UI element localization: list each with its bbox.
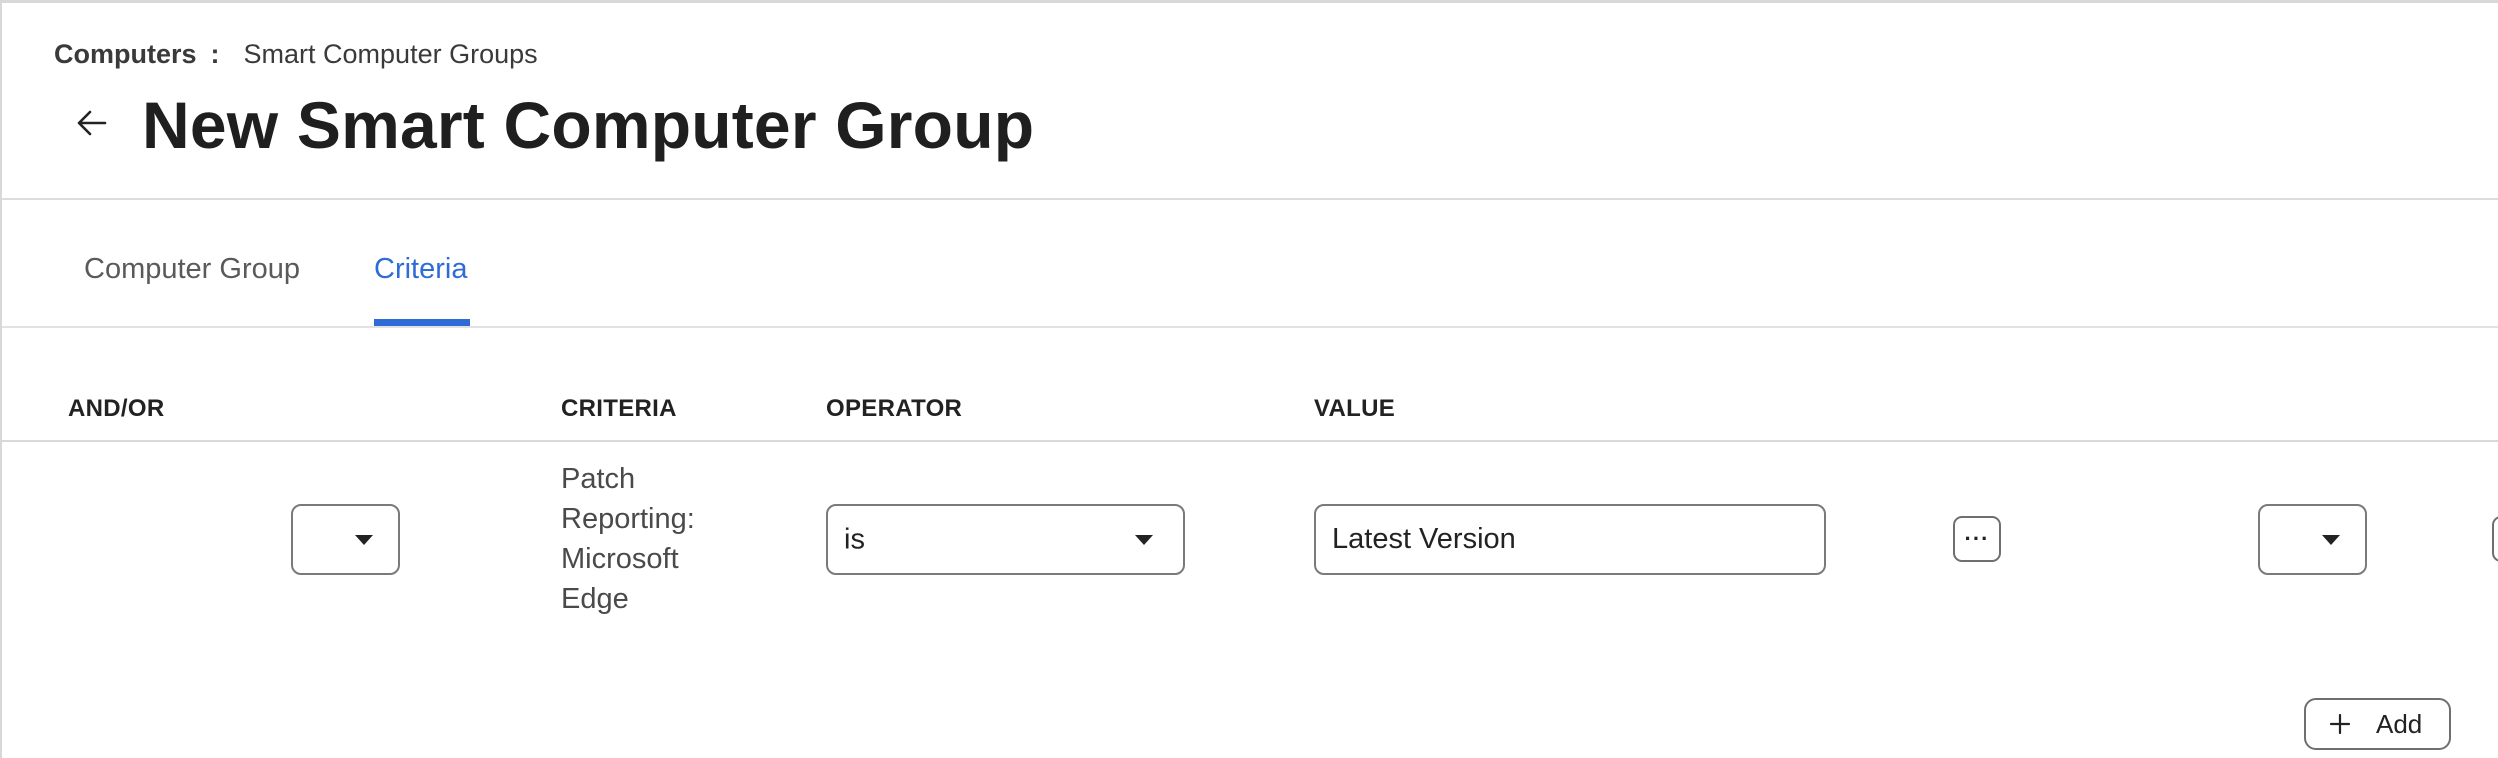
column-header-value: VALUE bbox=[1314, 395, 1396, 422]
add-label: Add bbox=[2376, 708, 2423, 739]
delete-row-button[interactable] bbox=[2492, 516, 2498, 562]
breadcrumb-root[interactable]: Computers bbox=[54, 39, 197, 70]
operator-selected-value: is bbox=[844, 523, 865, 555]
breadcrumb-separator: : bbox=[210, 39, 220, 69]
breadcrumb: Computers : Smart Computer Groups bbox=[54, 39, 538, 70]
column-header-criteria: CRITERIA bbox=[561, 395, 677, 422]
caret-down-icon bbox=[2322, 534, 2340, 545]
tab-computer-group[interactable]: Computer Group bbox=[84, 253, 300, 286]
breadcrumb-current[interactable]: Smart Computer Groups bbox=[244, 39, 538, 70]
ellipsis-icon: ··· bbox=[1964, 526, 1990, 551]
arrow-left-icon bbox=[77, 110, 107, 136]
plus-icon bbox=[2329, 713, 2351, 735]
criteria-name-line: Edge bbox=[561, 583, 629, 615]
table-header-divider bbox=[2, 440, 2498, 442]
header-divider bbox=[2, 198, 2498, 200]
criteria-name-line: Patch bbox=[561, 463, 636, 495]
value-input[interactable] bbox=[1314, 504, 1826, 575]
closing-parenthesis-select[interactable] bbox=[2258, 504, 2367, 575]
page-title: New Smart Computer Group bbox=[142, 88, 1035, 162]
tabs-divider bbox=[2, 326, 2498, 328]
caret-down-icon bbox=[355, 534, 373, 545]
column-header-and-or: AND/OR bbox=[68, 395, 165, 422]
page-frame: Computers : Smart Computer Groups New Sm… bbox=[0, 0, 2498, 758]
caret-down-icon bbox=[1135, 534, 1153, 545]
and-or-select[interactable] bbox=[291, 504, 400, 575]
more-options-button[interactable]: ··· bbox=[1953, 516, 2001, 562]
column-header-operator: OPERATOR bbox=[826, 395, 963, 422]
tab-criteria[interactable]: Criteria bbox=[374, 253, 467, 286]
add-criteria-button[interactable]: Add bbox=[2304, 698, 2451, 750]
active-tab-indicator bbox=[374, 319, 470, 326]
criteria-name-line: Reporting: bbox=[561, 503, 695, 535]
criteria-name-line: Microsoft bbox=[561, 543, 679, 575]
criteria-name: Patch Reporting: Microsoft Edge bbox=[561, 459, 711, 619]
operator-select[interactable]: is bbox=[826, 504, 1185, 575]
back-button[interactable] bbox=[68, 101, 116, 145]
